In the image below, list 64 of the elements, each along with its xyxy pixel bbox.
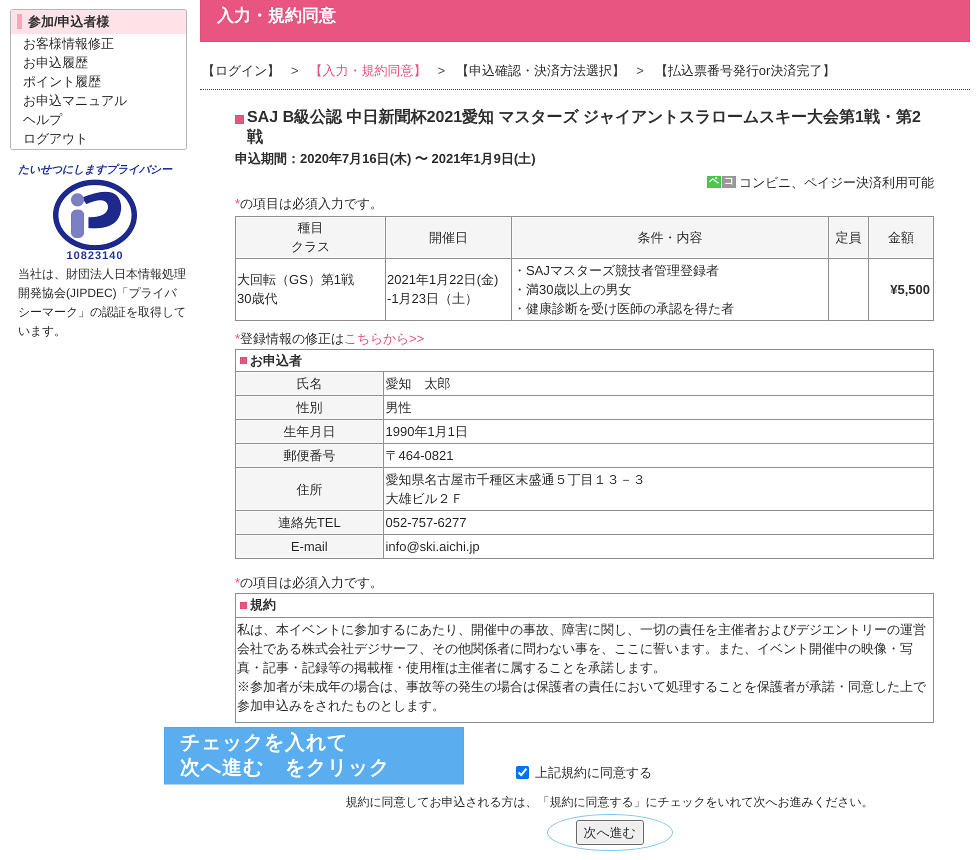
- sidebar-heading: 参加/申込者様: [28, 13, 110, 31]
- breadcrumb-step: 【入力・規約同意】: [310, 61, 427, 81]
- table-cell: 2021年1月22日(金) -1月23日（土）: [386, 258, 512, 320]
- field-label: 連絡先TEL: [236, 510, 383, 534]
- table-cell: ¥5,500: [868, 258, 934, 320]
- breadcrumb-separator: >: [636, 62, 644, 80]
- edit-note: *登録情報の修正は: [235, 330, 344, 348]
- column-header: 開催日: [386, 216, 512, 258]
- field-label: E-mail: [236, 534, 383, 558]
- section-heading: 規約: [250, 596, 276, 614]
- application-period: 申込期間：2020年7月16日(木) 〜 2021年1月9日(土): [235, 150, 537, 168]
- breadcrumb-step: 【申込確認・決済方法選択】: [456, 61, 626, 81]
- column-header: 種目 クラス: [236, 216, 386, 258]
- field-label: 生年月日: [236, 420, 383, 444]
- sidebar-link[interactable]: お申込履歴: [23, 52, 174, 72]
- field-label: 住所: [236, 468, 383, 510]
- section-marker-icon: [240, 357, 247, 364]
- field-label: 性別: [236, 396, 383, 420]
- payment-badge: コ: [722, 176, 736, 188]
- payment-note: コンビニ、ペイジー決済利用可能: [739, 174, 934, 192]
- field-value: 愛知 太郎: [383, 372, 933, 396]
- sidebar-link[interactable]: ヘルプ: [23, 110, 174, 128]
- registration-number: 10823140: [66, 249, 124, 264]
- field-value: info@ski.aichi.jp: [383, 534, 933, 558]
- event-title: SAJ B級公認 中日新聞杯2021愛知 マスターズ ジャイアントスラロームスキー大会第1戦・第2戦: [247, 108, 922, 148]
- required-note: *の項目は必須入力です。: [235, 575, 384, 590]
- required-note: *の項目は必須入力です。: [235, 196, 384, 211]
- callout-text: 次へ進む をクリック: [180, 756, 390, 780]
- field-value: 愛知県名古屋市千種区末盛通５丁目１３－３ 大雄ビル２Ｆ: [383, 468, 933, 510]
- table-cell: ・SAJマスターズ競技者管理登録者 ・満30歳以上の男女 ・健康診断を受け医師の承認を得た者: [512, 258, 828, 320]
- field-label: 氏名: [236, 372, 383, 396]
- terms-paragraph: 私は、本イベントに参加するにあたり、開催中の事故、障害に関し、一切の責任を主催者およびデジエントリーの運営会社である株式会社デジサーフ、その他関係者に問わない事を、ここに誓います。また、イベント開催中の映像・写真・記事・記録等の掲載権・使用権は主催者に属することを承諾します。: [237, 620, 927, 676]
- edit-link[interactable]: こちらから>>: [344, 328, 424, 348]
- section-marker-icon: [240, 602, 247, 608]
- column-header: 金額: [868, 216, 934, 258]
- field-value: 052-757-6277: [383, 510, 933, 534]
- field-value: 〒464-0821: [383, 444, 933, 468]
- column-header: 定員: [828, 216, 868, 258]
- callout-text: チェックを入れて: [180, 730, 348, 756]
- section-heading: お申込者: [250, 352, 302, 370]
- heading-marker-icon: [17, 14, 22, 30]
- page-title: 入力・規約同意: [217, 6, 336, 26]
- field-value: 男性: [383, 396, 933, 420]
- field-label: 郵便番号: [236, 444, 383, 468]
- breadcrumb-step: 【ログイン】: [202, 61, 280, 81]
- privacy-caption: 当社は、財団法人日本情報処理開発協会(JIPDEC)「プライバシーマーク」の認証を取得しています。: [18, 266, 187, 340]
- logo-text: たいせつにしますプライバシー: [18, 162, 172, 178]
- next-button[interactable]: 次へ進む: [576, 820, 644, 845]
- field-value: 1990年1月1日: [383, 420, 933, 444]
- instruction-text: 規約に同意してお申込される方は、「規約に同意する」にチェックをいれて次へお進みください。: [344, 794, 874, 810]
- agree-checkbox[interactable]: [516, 766, 529, 780]
- column-header: 条件・内容: [512, 216, 828, 258]
- breadcrumb-separator: >: [291, 62, 299, 80]
- breadcrumb-step: 【払込票番号発行or決済完了】: [654, 61, 836, 81]
- sidebar-link[interactable]: ポイント履歴: [23, 72, 174, 90]
- payment-badge: ペ: [707, 176, 721, 188]
- sidebar-link[interactable]: お申込マニュアル: [23, 90, 174, 110]
- agree-label[interactable]: 上記規約に同意する: [535, 763, 652, 782]
- breadcrumb-separator: >: [438, 62, 446, 80]
- sidebar-link[interactable]: ログアウト: [23, 128, 174, 148]
- table-cell: 大回転（GS）第1戦 30歳代: [236, 258, 386, 320]
- sidebar-link[interactable]: お客様情報修正: [23, 34, 174, 52]
- title-marker-icon: [235, 115, 244, 124]
- terms-paragraph: ※参加者が未成年の場合は、事故等の発生の場合は保護者の責任において処理することを保護者が承諾・同意した上で参加申込みをされたものとします。: [237, 678, 928, 714]
